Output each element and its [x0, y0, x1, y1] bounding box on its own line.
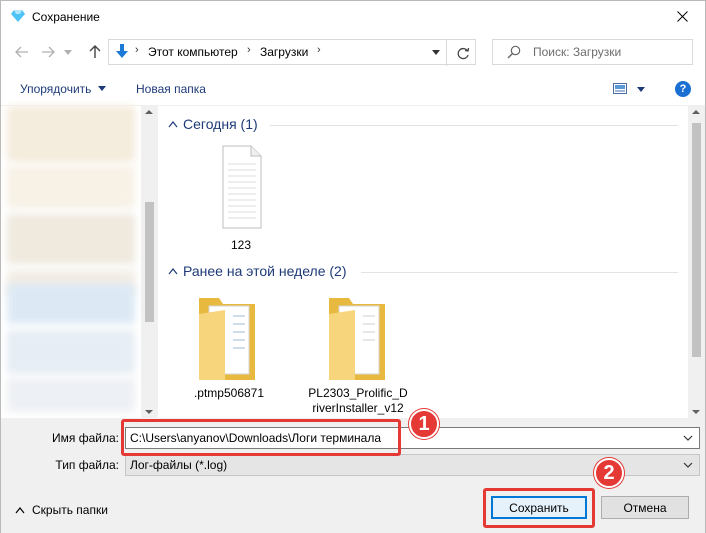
group-header-today[interactable]: Сегодня (1) [183, 116, 258, 132]
scrollbar-thumb[interactable] [692, 123, 701, 357]
downloads-icon [116, 44, 128, 58]
hide-folders-button[interactable]: Скрыть папки [32, 503, 108, 517]
document-icon [222, 145, 262, 229]
file-name: 123 [230, 238, 252, 252]
help-button[interactable]: ? [675, 81, 691, 97]
blurred-nav-item [7, 378, 135, 412]
annotation-badge-2: 2 [594, 458, 624, 488]
breadcrumb-separator: › [135, 44, 139, 56]
annotation-highlight-filename [121, 419, 401, 456]
close-button[interactable] [659, 1, 705, 32]
help-icon: ? [679, 83, 687, 95]
filetype-value: Лог-файлы (*.log) [130, 458, 228, 472]
search-box[interactable]: Поиск: Загрузки [492, 39, 693, 65]
blurred-nav-item [7, 284, 135, 324]
scroll-up-icon[interactable] [692, 110, 700, 114]
window-title: Сохранение [32, 10, 100, 24]
blurred-nav-item [7, 106, 135, 162]
chevron-up-icon[interactable] [15, 506, 25, 514]
chevron-down-icon [64, 49, 72, 55]
arrow-left-icon [15, 46, 28, 58]
address-dropdown-icon[interactable] [432, 50, 440, 55]
blurred-nav-item [7, 166, 135, 208]
breadcrumb-separator: › [317, 44, 321, 56]
search-input[interactable]: Поиск: Загрузки [533, 45, 621, 59]
folder-name-line1: PL2303_Prolific_D [308, 386, 408, 400]
up-button[interactable] [85, 42, 105, 62]
search-icon [507, 45, 521, 59]
group-divider [361, 272, 678, 273]
command-bar: Упорядочить Новая папка ? [1, 72, 705, 106]
cancel-button-label: Отмена [623, 500, 667, 515]
arrow-right-icon [42, 46, 55, 58]
folder-name-line2: riverInstaller_v12 [312, 401, 404, 415]
recent-locations-button[interactable] [61, 42, 75, 62]
filename-label: Имя файла: [52, 431, 119, 445]
blurred-nav-item [7, 330, 135, 374]
folder-item[interactable]: PL2303_Prolific_D riverInstaller_v12 [300, 296, 416, 416]
annotation-badge-1: 1 [409, 409, 439, 439]
scroll-down-icon[interactable] [692, 410, 700, 414]
chevron-down-icon[interactable] [683, 433, 693, 443]
scrollbar-thumb[interactable] [145, 202, 154, 322]
files-scrollbar[interactable] [688, 106, 705, 418]
save-dialog: Сохранение › Этот компьютер › Загрузки ›… [0, 0, 706, 533]
file-item[interactable]: 123 [191, 144, 291, 254]
view-options-icon[interactable] [613, 83, 627, 94]
file-list[interactable]: Сегодня (1) 123 Ранее на этой неделе (2) [158, 106, 705, 418]
refresh-icon [457, 47, 470, 59]
folder-icon [329, 298, 385, 380]
organize-button[interactable]: Упорядочить [20, 82, 91, 96]
breadcrumb-separator: › [247, 44, 251, 56]
scroll-down-icon[interactable] [145, 410, 153, 414]
folder-item[interactable]: .ptmp506871 [179, 296, 279, 406]
navigation-row: › Этот компьютер › Загрузки › Поиск: Заг… [1, 32, 705, 72]
annotation-highlight-save [483, 488, 595, 528]
refresh-button[interactable] [446, 40, 480, 66]
diamond-app-icon [11, 10, 25, 22]
nav-scrollbar[interactable] [141, 106, 158, 418]
collapse-group-icon[interactable] [168, 267, 178, 275]
group-divider [270, 125, 678, 126]
cancel-button[interactable]: Отмена [601, 496, 689, 519]
breadcrumb-downloads[interactable]: Загрузки [260, 45, 308, 59]
filetype-label: Тип файла: [55, 458, 119, 472]
breadcrumb-this-pc[interactable]: Этот компьютер [148, 45, 238, 59]
new-folder-button[interactable]: Новая папка [136, 82, 206, 96]
chevron-down-icon [683, 462, 693, 468]
back-button[interactable] [12, 42, 32, 62]
scroll-up-icon[interactable] [145, 110, 153, 114]
close-icon [676, 11, 688, 22]
badge-number: 2 [603, 461, 615, 484]
blurred-nav-item [7, 214, 135, 264]
badge-number: 1 [418, 412, 430, 435]
collapse-group-icon[interactable] [168, 120, 178, 128]
group-header-this-week[interactable]: Ранее на этой неделе (2) [183, 263, 347, 279]
navigation-pane[interactable] [1, 106, 158, 418]
title-bar: Сохранение [1, 1, 705, 32]
address-bar[interactable]: › Этот компьютер › Загрузки › [108, 39, 476, 65]
chevron-down-icon[interactable] [637, 87, 645, 92]
folder-icon [199, 298, 255, 380]
forward-button[interactable] [38, 42, 58, 62]
chevron-down-icon [98, 86, 106, 91]
arrow-up-icon [89, 45, 101, 58]
folder-name: .ptmp506871 [193, 386, 265, 400]
